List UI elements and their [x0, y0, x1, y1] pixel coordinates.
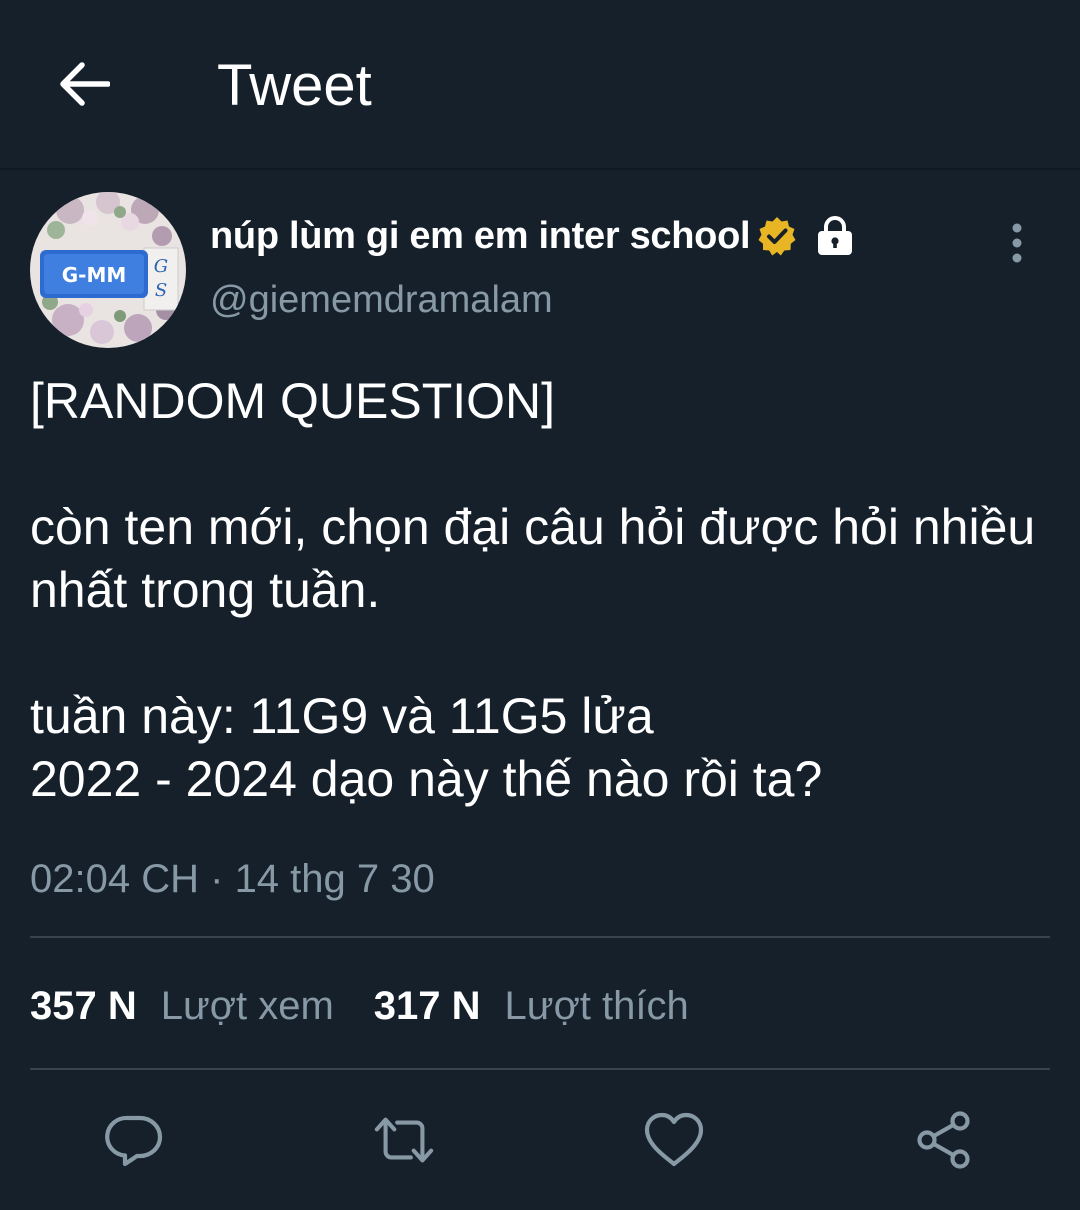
tweet-line: còn ten mới, chọn đại câu hỏi được hỏi n…	[30, 499, 1036, 618]
views-stat[interactable]: 357 N Lượt xem	[30, 984, 374, 1029]
views-label: Lượt xem	[160, 983, 334, 1028]
reply-button[interactable]	[102, 1108, 166, 1172]
svg-text:G-MM: G-MM	[62, 263, 127, 287]
tweet-date: 14 thg 7 30	[234, 857, 435, 901]
verified-badge-icon	[756, 215, 798, 257]
avatar[interactable]: G S G-MM	[30, 192, 186, 348]
tweet-line: tuần này: 11G9 và 11G5 lửa	[30, 688, 654, 744]
timestamp-separator: ·	[210, 857, 224, 901]
tweet-stats: 357 N Lượt xem 317 N Lượt thích	[30, 980, 729, 1032]
tweet-line: 2022 - 2024 dạo này thế nào rồi ta?	[30, 751, 823, 807]
top-app-bar: Tweet	[0, 0, 1080, 170]
arrow-left-icon	[60, 62, 110, 106]
author-name-row[interactable]: núp lùm gi em em inter school	[210, 208, 856, 264]
svg-text:S: S	[155, 280, 167, 301]
tweet-timestamp: 02:04 CH · 14 thg 7 30	[30, 854, 435, 904]
likes-stat[interactable]: 317 N Lượt thích	[374, 984, 729, 1029]
retweet-button[interactable]	[372, 1108, 436, 1172]
tweet-time: 02:04 CH	[30, 857, 199, 901]
more-vertical-icon	[1012, 223, 1022, 263]
back-button[interactable]	[52, 52, 116, 116]
likes-label: Lượt thích	[504, 983, 689, 1028]
likes-count: 317 N	[373, 983, 481, 1028]
display-name[interactable]: núp lùm gi em em inter school	[210, 215, 751, 258]
heart-icon	[644, 1112, 704, 1167]
more-options-button[interactable]	[996, 218, 1038, 268]
svg-text:G: G	[154, 256, 168, 277]
tweet-text: [RANDOM QUESTION] còn ten mới, chọn đại …	[30, 370, 1050, 811]
avatar-image: G S G-MM	[30, 192, 186, 348]
lock-icon	[814, 215, 856, 257]
username[interactable]: @giememdramalam	[210, 276, 553, 324]
divider	[30, 1068, 1050, 1070]
share-button[interactable]	[912, 1108, 976, 1172]
views-count: 357 N	[30, 983, 137, 1028]
reply-icon	[105, 1115, 163, 1167]
retweet-icon	[374, 1117, 434, 1163]
like-button[interactable]	[642, 1108, 706, 1172]
divider	[30, 936, 1050, 938]
share-icon	[917, 1111, 970, 1169]
tweet-line: [RANDOM QUESTION]	[30, 373, 556, 429]
page-title: Tweet	[217, 53, 372, 118]
